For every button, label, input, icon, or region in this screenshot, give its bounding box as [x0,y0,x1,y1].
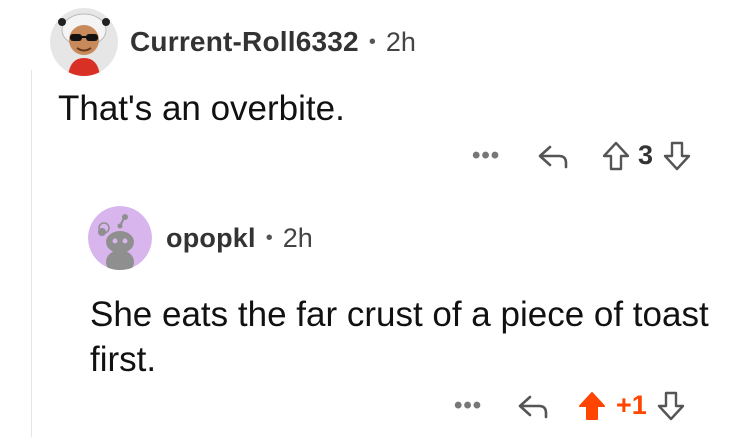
comment-1-actions: ••• 3 [472,140,691,171]
avatar-opopkl[interactable] [88,206,152,270]
vote-count: +1 [616,390,647,420]
reply-arrow-icon[interactable] [536,142,570,170]
upvote-arrow-icon[interactable] [602,141,630,171]
timestamp: 2h [385,26,416,57]
comment-2-actions: ••• +1 [454,390,685,421]
timestamp: 2h [282,222,313,253]
comment-2-body: She eats the far crust of a piece of toa… [90,295,709,379]
downvote-arrow-icon[interactable] [663,141,691,171]
comment-1-header: Current-Roll6332 • 2h [50,8,416,76]
reply-arrow-icon[interactable] [516,392,550,420]
more-options-button[interactable]: ••• [472,143,512,167]
downvote-arrow-icon[interactable] [657,391,685,421]
username[interactable]: opopkl [166,223,256,254]
thread-line [31,70,32,437]
comment-2-header: opopkl • 2h [88,206,313,270]
separator-dot: • [265,226,273,249]
avatar-current-roll6332[interactable] [50,8,118,76]
separator-dot: • [368,30,376,53]
comment-1-body: That's an overbite. [58,89,345,128]
username[interactable]: Current-Roll6332 [130,26,359,58]
vote-count: 3 [638,140,654,170]
upvote-arrow-icon[interactable] [578,391,606,421]
more-options-button[interactable]: ••• [454,393,494,417]
